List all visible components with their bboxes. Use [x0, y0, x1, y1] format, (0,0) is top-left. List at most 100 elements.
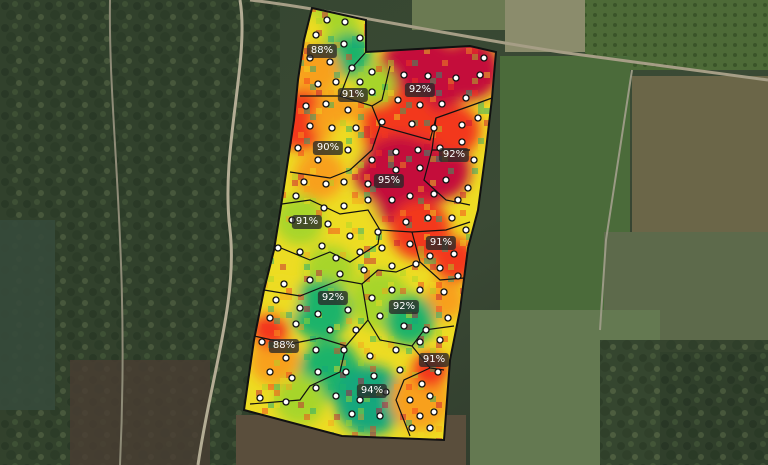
sample-point[interactable] [368, 88, 376, 96]
sample-point[interactable] [418, 380, 426, 388]
sample-point[interactable] [340, 40, 348, 48]
sample-point[interactable] [282, 398, 290, 406]
sample-point[interactable] [412, 260, 420, 268]
sample-point[interactable] [470, 156, 478, 164]
sample-point[interactable] [450, 250, 458, 258]
sample-point[interactable] [322, 100, 330, 108]
sample-point[interactable] [306, 54, 314, 62]
sample-point[interactable] [368, 294, 376, 302]
sample-point[interactable] [292, 192, 300, 200]
sample-point[interactable] [314, 80, 322, 88]
sample-point[interactable] [282, 354, 290, 362]
sample-point[interactable] [356, 34, 364, 42]
sample-point[interactable] [352, 124, 360, 132]
sample-point[interactable] [436, 144, 444, 152]
sample-point[interactable] [426, 252, 434, 260]
sample-point[interactable] [288, 216, 296, 224]
sample-point[interactable] [342, 368, 350, 376]
sample-point[interactable] [430, 408, 438, 416]
field-map[interactable]: 88% 91% 92% 90% 92% 95% 91% 91% 92% 92% … [0, 0, 768, 465]
sample-point[interactable] [312, 384, 320, 392]
sample-point[interactable] [382, 388, 390, 396]
sample-point[interactable] [402, 218, 410, 226]
sample-point[interactable] [332, 78, 340, 86]
sample-point[interactable] [424, 72, 432, 80]
sample-point[interactable] [266, 314, 274, 322]
sample-point[interactable] [256, 394, 264, 402]
sample-point[interactable] [294, 144, 302, 152]
sample-point[interactable] [464, 184, 472, 192]
sample-point[interactable] [408, 424, 416, 432]
sample-point[interactable] [258, 338, 266, 346]
sample-point[interactable] [388, 196, 396, 204]
sample-point[interactable] [374, 228, 382, 236]
sample-point[interactable] [430, 190, 438, 198]
sample-point[interactable] [454, 196, 462, 204]
sample-point[interactable] [306, 276, 314, 284]
sample-point[interactable] [430, 124, 438, 132]
sample-point[interactable] [364, 180, 372, 188]
sample-point[interactable] [388, 286, 396, 294]
sample-point[interactable] [376, 312, 384, 320]
sample-point[interactable] [400, 71, 408, 79]
sample-point[interactable] [454, 272, 462, 280]
sample-point[interactable] [458, 121, 466, 129]
sample-point[interactable] [341, 18, 349, 26]
sample-point[interactable] [288, 374, 296, 382]
sample-point[interactable] [326, 326, 334, 334]
sample-point[interactable] [436, 264, 444, 272]
sample-point[interactable] [356, 78, 364, 86]
sample-point[interactable] [436, 336, 444, 344]
sample-point[interactable] [416, 101, 424, 109]
sample-point[interactable] [366, 352, 374, 360]
sample-point[interactable] [318, 242, 326, 250]
sample-point[interactable] [440, 288, 448, 296]
sample-point[interactable] [323, 16, 331, 24]
sample-point[interactable] [336, 270, 344, 278]
sample-point[interactable] [356, 396, 364, 404]
sample-point[interactable] [274, 244, 282, 252]
sample-point[interactable] [332, 392, 340, 400]
sample-point[interactable] [324, 220, 332, 228]
sample-point[interactable] [406, 396, 414, 404]
sample-point[interactable] [356, 248, 364, 256]
sample-point[interactable] [414, 146, 422, 154]
sample-point[interactable] [344, 146, 352, 154]
sample-point[interactable] [416, 164, 424, 172]
sample-point[interactable] [426, 424, 434, 432]
sample-point[interactable] [322, 180, 330, 188]
sample-point[interactable] [370, 372, 378, 380]
sample-point[interactable] [348, 410, 356, 418]
sample-point[interactable] [438, 100, 446, 108]
sample-point[interactable] [300, 178, 308, 186]
sample-point[interactable] [368, 156, 376, 164]
sample-point[interactable] [340, 346, 348, 354]
sample-point[interactable] [302, 102, 310, 110]
sample-point[interactable] [344, 306, 352, 314]
sample-point[interactable] [416, 286, 424, 294]
sample-point[interactable] [340, 178, 348, 186]
sample-point[interactable] [448, 214, 456, 222]
sample-point[interactable] [352, 326, 360, 334]
sample-point[interactable] [368, 68, 376, 76]
sample-point[interactable] [296, 248, 304, 256]
sample-point[interactable] [400, 322, 408, 330]
sample-point[interactable] [314, 368, 322, 376]
sample-point[interactable] [424, 214, 432, 222]
sample-point[interactable] [312, 31, 320, 39]
sample-point[interactable] [266, 368, 274, 376]
sample-point[interactable] [292, 320, 300, 328]
sample-point[interactable] [476, 71, 484, 79]
sample-point[interactable] [434, 368, 442, 376]
sample-point[interactable] [480, 54, 488, 62]
sample-point[interactable] [416, 338, 424, 346]
sample-point[interactable] [326, 58, 334, 66]
sample-point[interactable] [462, 226, 470, 234]
sample-point[interactable] [378, 244, 386, 252]
sample-point[interactable] [392, 166, 400, 174]
sample-point[interactable] [312, 346, 320, 354]
sample-point[interactable] [406, 192, 414, 200]
sample-point[interactable] [314, 310, 322, 318]
sample-point[interactable] [314, 156, 322, 164]
sample-point[interactable] [364, 196, 372, 204]
